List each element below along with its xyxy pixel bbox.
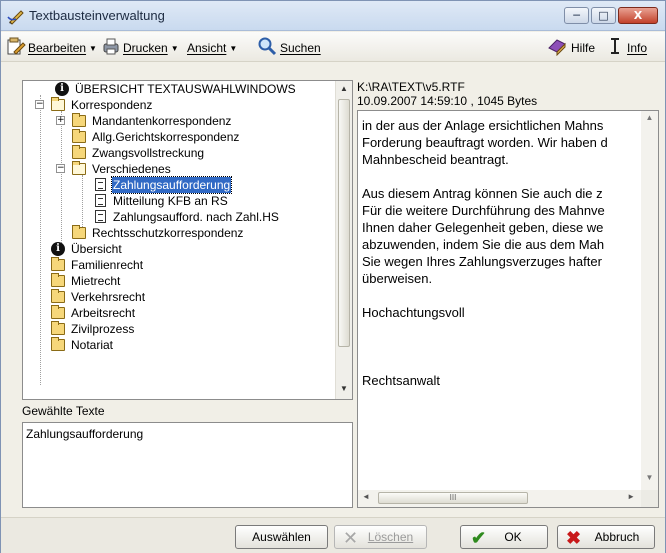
tree-item[interactable]: Mietrecht <box>33 273 329 289</box>
tree-item[interactable]: Allg.Gerichtskorrespondenz <box>54 129 324 145</box>
folder-icon <box>51 273 65 287</box>
folder-icon <box>72 113 86 127</box>
menu-ansicht[interactable]: Ansicht ▼ <box>187 38 237 58</box>
scroll-up-icon[interactable]: ▲ <box>336 81 352 97</box>
tree-item[interactable]: − Verschiedenes <box>54 161 324 177</box>
preview-hscrollbar[interactable]: ◄ III ► <box>358 490 641 507</box>
delete-x-icon: ✕ <box>343 528 359 548</box>
document-icon <box>95 210 106 223</box>
window-title: Textbausteinverwaltung <box>29 8 165 23</box>
info-icon: i <box>55 82 69 96</box>
edit-icon <box>7 37 26 55</box>
selected-texts-list[interactable]: Zahlungsaufforderung <box>22 422 353 508</box>
tree-item-selected[interactable]: Zahlungsaufforderung <box>75 176 325 194</box>
minimize-button[interactable]: ─ <box>564 7 589 24</box>
ok-button[interactable]: ✔ OK <box>460 525 548 549</box>
scroll-down-icon[interactable]: ▼ <box>641 473 658 482</box>
check-icon: ✔ <box>471 528 487 548</box>
menu-bearbeiten[interactable]: Bearbeiten ▼ <box>28 38 97 58</box>
select-button[interactable]: Auswählen <box>235 525 328 549</box>
app-window: Textbausteinverwaltung ─ □ X Bearbeiten ▼… <box>0 0 666 553</box>
text-preview[interactable]: in der aus der Anlage ersichtlichen Mahn… <box>357 110 659 508</box>
scroll-thumb[interactable]: III <box>378 492 528 504</box>
cancel-button[interactable]: ✖ Abbruch <box>557 525 655 549</box>
document-icon <box>95 178 106 191</box>
folder-icon <box>72 225 86 239</box>
file-meta: 10.09.2007 14:59:10 , 1045 Bytes <box>357 94 538 108</box>
document-icon <box>95 194 106 207</box>
info-icon: i <box>51 242 65 256</box>
scroll-corner <box>641 490 658 507</box>
tree-item[interactable]: Rechtsschutzkorrespondenz <box>54 225 324 241</box>
title-bar[interactable]: Textbausteinverwaltung ─ □ X <box>1 1 665 31</box>
tree-item[interactable]: Verkehrsrecht <box>33 289 329 305</box>
tree-item[interactable]: Mitteilung KFB an RS <box>75 193 325 209</box>
collapse-icon: − <box>35 99 44 109</box>
dropdown-arrow-icon: ▼ <box>170 43 179 53</box>
dropdown-arrow-icon: ▼ <box>89 43 97 53</box>
close-icon: X <box>633 9 643 22</box>
scroll-left-icon[interactable]: ◄ <box>362 492 370 501</box>
folder-icon <box>51 305 65 319</box>
folder-icon <box>51 321 65 335</box>
toolbar: Bearbeiten ▼ Drucken ▼ Ansicht ▼ Suchen Hil… <box>1 32 665 62</box>
tree-item[interactable]: Zivilprozess <box>33 321 329 337</box>
tree-item[interactable]: Familienrecht <box>33 257 329 273</box>
maximize-button[interactable]: □ <box>591 7 616 24</box>
scroll-thumb[interactable] <box>338 99 350 347</box>
scroll-up-icon[interactable]: ▲ <box>641 113 658 122</box>
list-item[interactable]: Zahlungsaufforderung <box>26 427 349 441</box>
collapse-icon: − <box>56 163 65 173</box>
preview-content: in der aus der Anlage ersichtlichen Mahn… <box>362 118 608 388</box>
menu-hilfe[interactable]: Hilfe <box>571 38 595 58</box>
search-icon <box>258 37 277 56</box>
file-info: K:\RA\TEXT\v5.RTF 10.09.2007 14:59:10 , … <box>357 80 659 108</box>
scroll-down-icon[interactable]: ▼ <box>336 381 352 397</box>
tree-item[interactable]: i Übersicht <box>33 241 329 257</box>
folder-icon <box>51 289 65 303</box>
printer-icon <box>103 38 119 55</box>
expand-icon: + <box>56 115 65 125</box>
menu-info[interactable]: Info <box>627 38 647 58</box>
dropdown-arrow-icon: ▼ <box>229 43 238 53</box>
tree-item[interactable]: Notariat <box>33 337 329 353</box>
selected-texts-label: Gewählte Texte <box>22 404 105 418</box>
tree-item[interactable]: + Mandantenkorrespondenz <box>54 113 324 129</box>
pen-icon <box>7 10 24 25</box>
folder-open-icon <box>72 161 86 175</box>
delete-button[interactable]: ✕ Löschen <box>334 525 427 549</box>
scroll-right-icon[interactable]: ► <box>627 492 635 501</box>
cancel-x-icon: ✖ <box>566 528 582 548</box>
help-book-icon <box>548 39 566 56</box>
preview-vscrollbar[interactable]: ▲ ▼ <box>641 111 658 491</box>
folder-icon <box>51 337 65 351</box>
folder-icon <box>51 257 65 271</box>
menu-drucken[interactable]: Drucken ▼ <box>123 38 179 58</box>
file-path: K:\RA\TEXT\v5.RTF <box>357 80 465 94</box>
maximize-icon: □ <box>598 9 609 22</box>
menu-suchen[interactable]: Suchen <box>280 38 321 58</box>
tree-item[interactable]: − Korrespondenz <box>33 97 329 113</box>
tree-item[interactable]: Zahlungsaufford. nach Zahl.HS <box>75 209 325 225</box>
tree-item[interactable]: i ÜBERSICHT TEXTAUSWAHLWINDOWS <box>37 81 333 97</box>
close-button[interactable]: X <box>618 7 658 24</box>
folder-icon <box>72 145 86 159</box>
folder-icon <box>72 129 86 143</box>
text-cursor-icon <box>611 38 619 54</box>
tree-view[interactable]: i ÜBERSICHT TEXTAUSWAHLWINDOWS − Korresp… <box>23 81 336 399</box>
tree-item[interactable]: Zwangsvollstreckung <box>54 145 324 161</box>
template-tree[interactable]: i ÜBERSICHT TEXTAUSWAHLWINDOWS − Korresp… <box>22 80 353 400</box>
tree-scrollbar[interactable]: ▲ ▼ <box>335 81 352 399</box>
tree-item[interactable]: Arbeitsrecht <box>33 305 329 321</box>
folder-open-icon <box>51 97 65 111</box>
minimize-icon: ─ <box>573 9 580 22</box>
